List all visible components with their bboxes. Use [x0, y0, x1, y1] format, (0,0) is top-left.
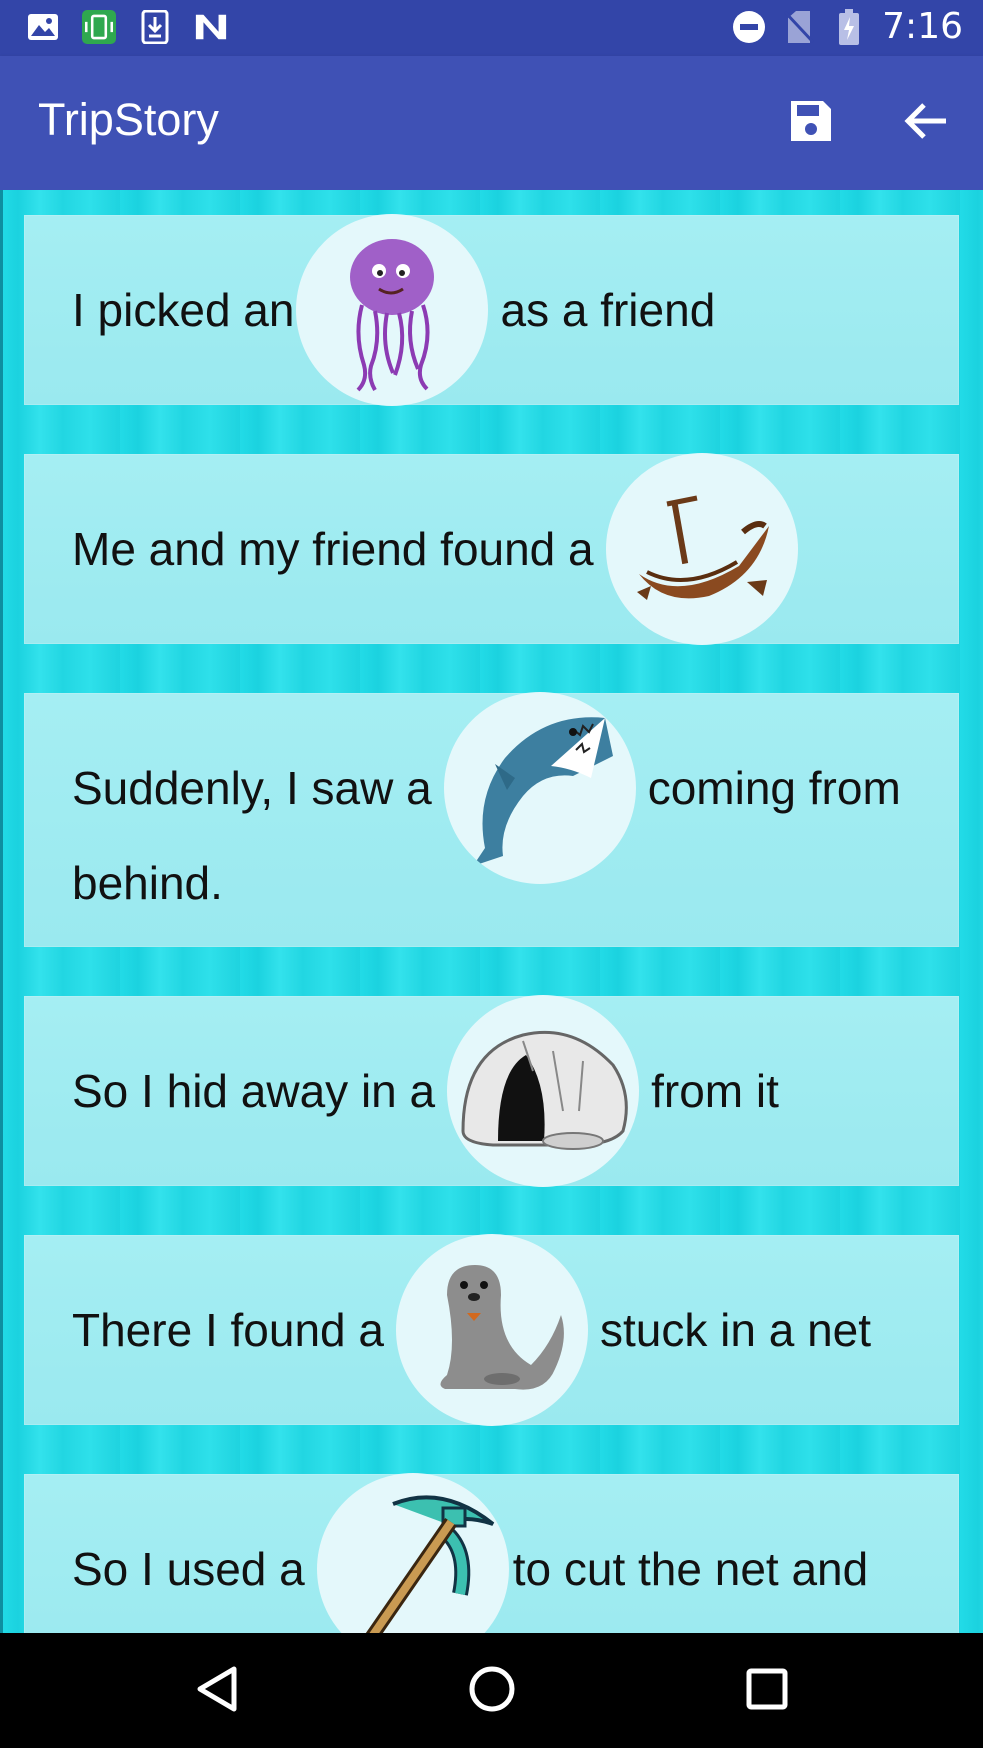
save-button[interactable]	[780, 92, 842, 154]
back-arrow-icon	[904, 101, 948, 145]
story-text-before: Me and my friend found a	[72, 523, 594, 575]
home-circle-icon	[468, 1665, 516, 1717]
do-not-disturb-icon	[732, 10, 766, 44]
story-text-before: Suddenly, I saw a	[72, 762, 432, 814]
story-text-after: to cut the net and	[512, 1543, 869, 1595]
back-button[interactable]	[895, 92, 957, 154]
story-card[interactable]: There I found a stuck in a net	[24, 1234, 959, 1426]
jellyfish-picture[interactable]	[296, 214, 489, 406]
story-list[interactable]: I picked an as a friend Me and my friend…	[0, 190, 983, 1633]
story-text-before: I picked an	[72, 284, 295, 336]
story-text-before: So I hid away in a	[72, 1065, 436, 1117]
download-icon	[138, 10, 172, 44]
app-title: TripStory	[38, 94, 219, 145]
nav-recents-button[interactable]	[731, 1655, 803, 1727]
cave-picture[interactable]	[447, 995, 640, 1187]
story-text-before: There I found a	[72, 1304, 384, 1356]
story-text-after: coming from	[647, 762, 901, 814]
navigation-bar	[0, 1633, 983, 1748]
story-card[interactable]: I picked an as a friend	[24, 214, 959, 406]
save-icon	[788, 98, 834, 148]
status-bar: 7:16	[0, 0, 983, 56]
n-logo-icon	[194, 10, 228, 44]
story-text-before: So I used a	[72, 1543, 305, 1595]
story-card[interactable]: Suddenly, I saw a coming from behind.	[24, 692, 959, 947]
screen-rotation-icon	[82, 10, 116, 44]
story-text-after: as a friend	[500, 284, 716, 336]
back-triangle-icon	[194, 1665, 238, 1717]
story-card[interactable]: Me and my friend found a	[24, 453, 959, 645]
app-bar: TripStory	[0, 56, 983, 190]
story-text-after: from it	[651, 1065, 779, 1117]
story-text-after: stuck in a net	[599, 1304, 872, 1356]
story-text-line2: behind.	[72, 857, 223, 909]
nav-back-button[interactable]	[180, 1655, 252, 1727]
shipwreck-picture[interactable]	[605, 453, 798, 645]
pickaxe-picture[interactable]	[316, 1473, 509, 1633]
story-card[interactable]: So I used a to cut the net and	[24, 1473, 959, 1633]
story-card[interactable]: So I hid away in a from it	[24, 995, 959, 1187]
shark-picture[interactable]	[443, 692, 636, 884]
image-icon	[26, 10, 60, 44]
no-sim-icon	[782, 10, 816, 44]
seal-picture[interactable]	[395, 1234, 588, 1426]
recents-square-icon	[745, 1667, 789, 1715]
nav-home-button[interactable]	[456, 1655, 528, 1727]
battery-charging-icon	[832, 8, 866, 45]
status-time: 7:16	[882, 6, 963, 47]
